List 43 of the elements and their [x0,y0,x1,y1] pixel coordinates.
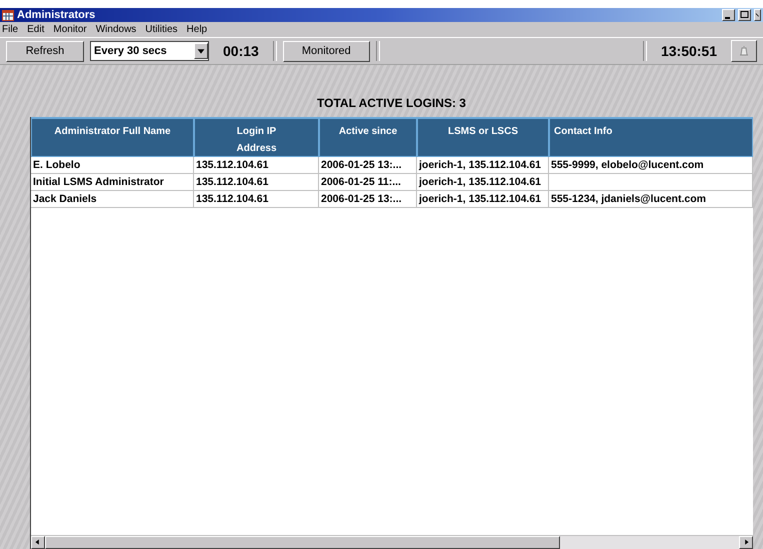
table-cell: Jack Daniels [31,191,194,208]
column-header[interactable]: LSMS or LSCS [417,117,549,157]
menu-item[interactable]: File [2,24,18,35]
countdown-timer: 00:13 [222,43,260,59]
table-cell: E. Lobelo [31,157,194,174]
scroll-left-icon[interactable] [31,536,45,549]
table-cell: 2006-01-25 13:... [319,157,417,174]
table-cell: Initial LSMS Administrator [31,174,194,191]
table-cell: joerich-1, 135.112.104.61 [417,174,549,191]
horizontal-scrollbar[interactable] [31,535,753,549]
menu-item[interactable]: Help [186,24,208,35]
column-header[interactable]: Administrator Full Name [31,117,194,157]
maximize-icon[interactable] [738,9,751,21]
table-cell: joerich-1, 135.112.104.61 [417,191,549,208]
table-cell: 555-1234, jdaniels@lucent.com [549,191,753,208]
clock: 13:50:51 [660,43,718,59]
monitored-button[interactable]: Monitored [282,40,370,62]
menu-item[interactable]: Windows [96,24,136,35]
table-cell: joerich-1, 135.112.104.61 [417,157,549,174]
table-cell: 135.112.104.61 [194,174,319,191]
table-cell: 135.112.104.61 [194,191,319,208]
interval-dropdown[interactable]: Every 30 secs [90,41,209,61]
column-header[interactable]: Active since [319,117,417,157]
close-icon[interactable] [754,9,761,21]
bell-icon [739,44,749,58]
minimize-icon[interactable] [722,9,735,21]
table-cell: 2006-01-25 11:... [319,174,417,191]
table-cell: 135.112.104.61 [194,157,319,174]
scroll-right-icon[interactable] [739,536,753,549]
column-header[interactable]: Contact Info [549,117,753,157]
table-icon [2,10,14,20]
window-title: Administrators [17,9,96,21]
table-cell: 2006-01-25 13:... [319,191,417,208]
menu-item[interactable]: Edit [27,24,44,35]
caret-icon[interactable] [194,43,208,59]
scrollbar-thumb[interactable] [45,536,560,549]
refresh-button[interactable]: Refresh [6,40,84,62]
column-header[interactable]: Login IP Address [194,117,319,157]
table-cell: 555-9999, elobelo@lucent.com [549,157,753,174]
bell-button[interactable] [731,40,757,62]
active-logins-heading: TOTAL ACTIVE LOGINS: 3 [316,95,467,112]
menu-item[interactable]: Utilities [145,24,178,35]
menu-item[interactable]: Monitor [53,24,87,35]
